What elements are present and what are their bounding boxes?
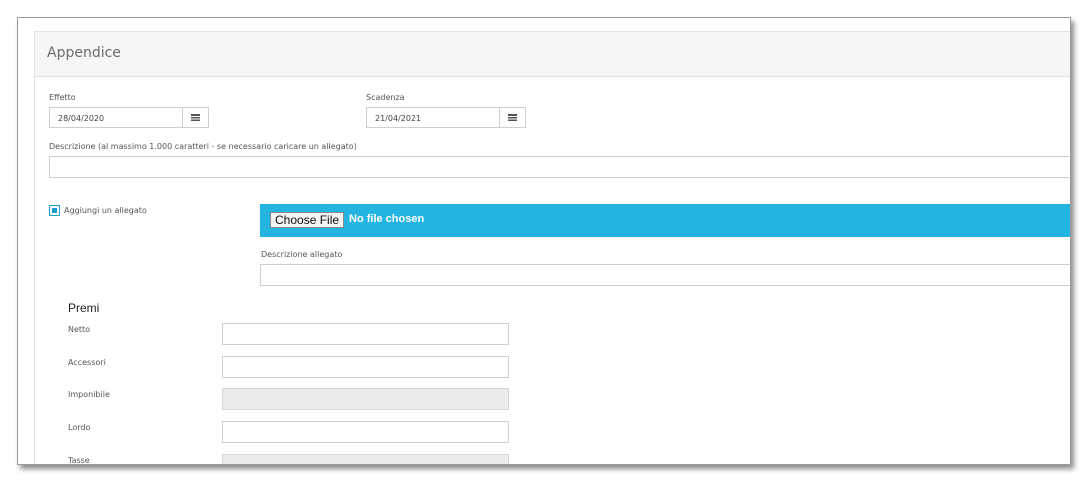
lordo-input[interactable] (222, 421, 509, 443)
descrizione-input[interactable] (49, 156, 1070, 178)
page-title: Appendice (47, 45, 121, 61)
scadenza-label: Scadenza (366, 93, 405, 102)
premi-section-title: Premi (68, 301, 100, 315)
effetto-date-input[interactable]: 28/04/2020 (49, 107, 183, 128)
descrizione-allegato-label: Descrizione allegato (261, 250, 343, 259)
accessori-label: Accessori (68, 358, 106, 367)
netto-input[interactable] (222, 323, 509, 345)
panel-header: Appendice (35, 32, 1070, 77)
appendice-panel: Appendice Effetto 28/04/2020 Scadenza 21… (34, 31, 1070, 465)
dialog-frame: Appendice Effetto 28/04/2020 Scadenza 21… (17, 17, 1071, 465)
file-upload-bar: Choose File No file chosen (260, 204, 1070, 237)
tasse-input (222, 454, 509, 464)
netto-label: Netto (68, 325, 91, 334)
calendar-icon (191, 114, 200, 121)
scadenza-calendar-button[interactable] (500, 107, 526, 128)
file-status-text: No file chosen (349, 213, 425, 225)
aggiungi-allegato-label: Aggiungi un allegato (64, 206, 147, 215)
choose-file-button[interactable]: Choose File (270, 212, 345, 228)
descrizione-allegato-input[interactable] (260, 264, 1070, 286)
checkbox-check-mark (52, 208, 57, 213)
descrizione-label: Descrizione (al massimo 1.000 caratteri … (49, 142, 357, 151)
effetto-label: Effetto (49, 93, 76, 102)
accessori-input[interactable] (222, 356, 509, 378)
calendar-icon (508, 114, 517, 121)
effetto-calendar-button[interactable] (183, 107, 209, 128)
imponibile-label: Imponibile (68, 390, 110, 399)
scadenza-date-input[interactable]: 21/04/2021 (366, 107, 500, 128)
imponibile-input (222, 388, 509, 410)
aggiungi-allegato-checkbox[interactable] (49, 205, 60, 216)
lordo-label: Lordo (68, 423, 91, 432)
tasse-label: Tasse (68, 456, 90, 465)
